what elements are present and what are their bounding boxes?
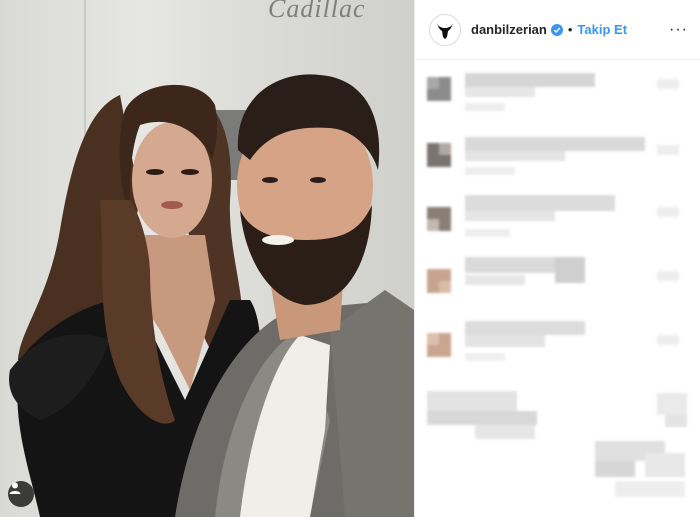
goat-skull-icon — [437, 22, 453, 39]
follow-button[interactable]: Takip Et — [577, 22, 627, 37]
comment-row — [427, 137, 679, 175]
profile-avatar[interactable] — [429, 13, 461, 46]
comment-row — [427, 73, 679, 111]
person-icon — [9, 482, 21, 494]
comment-row — [427, 195, 679, 237]
tagged-user-button[interactable] — [8, 481, 34, 507]
comment-row — [427, 257, 679, 293]
ellipsis-icon[interactable]: ··· — [669, 21, 688, 39]
pixelated-comments-area — [415, 61, 700, 517]
username-link[interactable]: danbilzerian — [471, 22, 547, 37]
photo-illustration — [9, 0, 414, 517]
comment-row — [427, 391, 687, 439]
post-photo[interactable]: Cadillac — [0, 0, 414, 517]
pixelated-comments — [427, 73, 687, 497]
comment-footer-blur — [595, 441, 685, 497]
post-side-panel: danbilzerian • Takip Et ··· — [414, 0, 700, 517]
separator-dot: • — [567, 22, 573, 37]
instagram-post-view: Cadillac danbilzerian • Takip Et ··· — [0, 0, 700, 517]
verified-badge-icon — [550, 23, 563, 36]
comment-row — [427, 321, 679, 361]
post-header: danbilzerian • Takip Et ··· — [415, 0, 700, 60]
